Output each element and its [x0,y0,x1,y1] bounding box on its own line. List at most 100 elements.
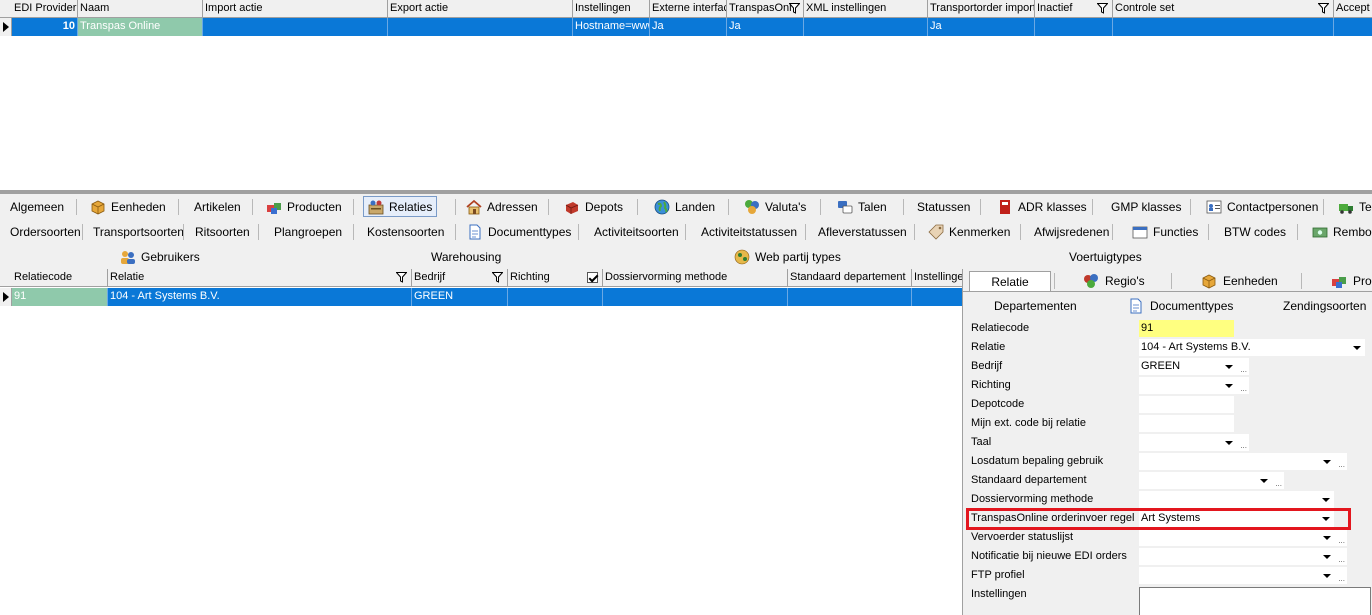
cell-edi-provider[interactable]: 10 [12,18,78,36]
col-header-accept[interactable]: Accept [1334,0,1372,18]
cell-transportorder-import[interactable]: Ja [928,18,1035,36]
instellingen-textarea[interactable] [1139,587,1371,615]
chevron-down-icon[interactable] [1323,536,1331,540]
tab-depots[interactable]: Depots [560,196,627,217]
ellipsis-button[interactable]: ... [1240,385,1247,393]
tab-algemeen[interactable]: Algemeen [6,196,68,217]
cell-accept[interactable] [1334,18,1372,36]
tab-warehousing[interactable]: Warehousing [427,246,505,267]
col-header-relatiecode[interactable]: Relatiecode [12,269,108,287]
cell-xml-instellingen[interactable] [804,18,928,36]
chevron-down-icon[interactable] [1225,441,1233,445]
tab-relatie[interactable]: Relatie [969,271,1051,291]
col-header-import-actie[interactable]: Import actie [203,0,388,18]
subtab-zendingsoorten[interactable]: Zendingsoorten [1283,296,1366,316]
notificatie-edi-dropdown[interactable]: ... [1139,548,1347,565]
tab-afleverstatussen[interactable]: Afleverstatussen [814,221,911,242]
ellipsis-button[interactable]: ... [1338,556,1345,564]
tab-activiteitstatussen[interactable]: Activiteitstatussen [697,221,801,242]
ellipsis-button[interactable]: ... [1240,366,1247,374]
col-header-externe-interface[interactable]: Externe interfac [650,0,727,18]
tab-te[interactable]: Te [1334,196,1372,217]
tab-eenheden-detail[interactable]: Eenheden [1201,271,1278,291]
col-header-relatie[interactable]: Relatie [108,269,412,287]
ellipsis-button[interactable]: ... [1338,575,1345,583]
col-header-xml-instellingen[interactable]: XML instellingen [804,0,928,18]
tab-gmp-klasses[interactable]: GMP klasses [1107,196,1185,217]
chevron-down-icon[interactable] [1323,555,1331,559]
tab-web-partij-types[interactable]: Web partij types [730,246,845,267]
cell-inactief[interactable] [1035,18,1113,36]
losdatum-dropdown[interactable]: ... [1139,453,1347,470]
chevron-down-icon[interactable] [1323,574,1331,578]
col-header-inactief[interactable]: Inactief [1035,0,1113,18]
ellipsis-button[interactable]: ... [1240,442,1247,450]
mijn-ext-code-field[interactable] [1139,415,1234,432]
tab-statussen[interactable]: Statussen [913,196,974,217]
tab-producten[interactable]: Producten [262,196,346,217]
tab-kostensoorten[interactable]: Kostensoorten [363,221,448,242]
tab-producten-detail[interactable]: Pro [1331,271,1372,291]
cell-externe-interface[interactable]: Ja [650,18,727,36]
richting-checkbox[interactable] [587,272,598,283]
subtab-departementen[interactable]: Departementen [994,296,1077,316]
cell-bedrijf[interactable]: GREEN [412,288,508,306]
col-header-transpasonline[interactable]: TranspasOnl [727,0,804,18]
chevron-down-icon[interactable] [1323,460,1331,464]
tab-activiteitsoorten[interactable]: Activiteitsoorten [590,221,683,242]
tab-regios[interactable]: Regio's [1083,271,1145,291]
tab-adressen[interactable]: Adressen [462,196,542,217]
cell-import-actie[interactable] [203,18,388,36]
tab-voertuigtypes[interactable]: Voertuigtypes [1065,246,1146,267]
tab-contactpersonen[interactable]: Contactpersonen [1202,196,1322,217]
dossiervorming-dropdown[interactable] [1139,491,1334,508]
ellipsis-button[interactable]: ... [1338,537,1345,545]
tab-adr-klasses[interactable]: ADR klasses [993,196,1091,217]
depotcode-field[interactable] [1139,396,1234,413]
tab-relaties[interactable]: Relaties [363,196,438,217]
cell-relatie[interactable]: 104 - Art Systems B.V. [108,288,412,306]
chevron-down-icon[interactable] [1225,365,1233,369]
cell-naam[interactable]: Transpas Online [78,18,203,36]
col-header-bedrijf[interactable]: Bedrijf [412,269,508,287]
tab-valutas[interactable]: Valuta's [740,196,810,217]
tab-btw-codes[interactable]: BTW codes [1220,221,1290,242]
cell-instellingen[interactable]: Hostname=www [573,18,650,36]
tab-talen[interactable]: Talen [833,196,891,217]
col-header-transportorder-import[interactable]: Transportorder import [928,0,1035,18]
standaard-departement-dropdown[interactable]: ... [1139,472,1284,489]
filter-icon[interactable] [1097,3,1108,14]
vervoerder-statuslijst-dropdown[interactable]: ... [1139,529,1347,546]
chevron-down-icon[interactable] [1322,498,1330,502]
filter-icon[interactable] [396,272,407,283]
tab-eenheden[interactable]: Eenheden [86,196,170,217]
ellipsis-button[interactable]: ... [1338,461,1345,469]
bedrijf-dropdown[interactable]: GREEN ... [1139,358,1249,375]
ftp-profiel-dropdown[interactable]: ... [1139,567,1347,584]
cell-richting[interactable] [508,288,603,306]
cell-controle-set[interactable] [1113,18,1334,36]
tab-landen[interactable]: Landen [650,196,719,217]
chevron-down-icon[interactable] [1225,384,1233,388]
col-header-instellingen[interactable]: Instellingen [573,0,650,18]
cell-export-actie[interactable] [388,18,573,36]
tab-functies[interactable]: Functies [1128,221,1202,242]
tab-documenttypes[interactable]: Documenttypes [463,221,575,242]
subtab-documenttypes[interactable]: Documenttypes [1128,296,1233,316]
cell-departement[interactable] [788,288,912,306]
richting-dropdown[interactable]: ... [1139,377,1249,394]
table-row[interactable]: 10 Transpas Online Hostname=www Ja Ja Ja [0,18,1372,36]
cell-instellingen[interactable] [912,288,962,306]
col-header-instellingen[interactable]: Instellinge [912,269,962,287]
col-header-edi-provider[interactable]: EDI Provider [12,0,78,18]
tab-rembours[interactable]: Rembou [1308,221,1372,242]
tab-kenmerken[interactable]: Kenmerken [924,221,1014,242]
tab-artikelen[interactable]: Artikelen [190,196,245,217]
relatie-dropdown[interactable]: 104 - Art Systems B.V. [1139,339,1365,356]
chevron-down-icon[interactable] [1260,479,1268,483]
cell-transpasonline[interactable]: Ja [727,18,804,36]
filter-icon[interactable] [1318,3,1329,14]
col-header-dossiervorming-methode[interactable]: Dossiervorming methode [603,269,788,287]
edi-provider-grid[interactable]: EDI Provider Naam Import actie Export ac… [0,0,1372,190]
relaties-grid[interactable]: Relatiecode Relatie Bedrijf Richting Dos… [0,269,962,615]
